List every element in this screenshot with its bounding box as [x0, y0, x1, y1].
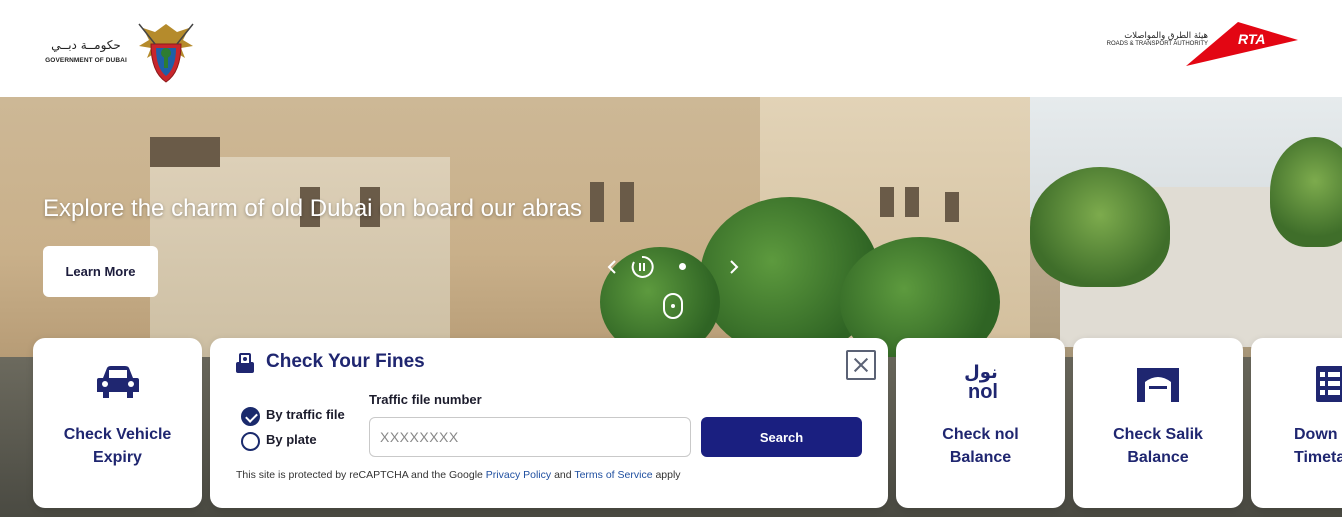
- government-of-dubai-logo[interactable]: حكومــة دبــي GOVERNMENT OF DUBAI: [40, 20, 200, 86]
- gov-logo-arabic: حكومــة دبــي: [51, 38, 121, 52]
- carousel-dot-active[interactable]: [679, 263, 686, 270]
- traffic-file-number-input[interactable]: [369, 417, 691, 457]
- mouse-scroll-icon[interactable]: [663, 293, 683, 319]
- radio-by-plate[interactable]: [241, 432, 260, 451]
- by-traffic-file-label[interactable]: By traffic file: [266, 407, 345, 422]
- traffic-file-number-label: Traffic file number: [369, 392, 482, 407]
- rta-logo[interactable]: هيئة الطرق والمواصلات ROADS & TRANSPORT …: [1090, 22, 1300, 68]
- pause-icon[interactable]: [630, 255, 654, 279]
- chevron-right-icon[interactable]: [724, 256, 744, 278]
- site-header: حكومــة دبــي GOVERNMENT OF DUBAI هيئة ا…: [0, 0, 1342, 97]
- privacy-policy-link[interactable]: Privacy Policy: [486, 469, 551, 481]
- salik-gate-icon: [1137, 368, 1179, 402]
- check-salik-balance-card[interactable]: Check Salik Balance: [1073, 338, 1243, 508]
- rta-mark-icon: RTA: [1186, 22, 1298, 66]
- by-plate-label[interactable]: By plate: [266, 432, 317, 447]
- fines-title: Check Your Fines: [266, 351, 425, 372]
- recaptcha-notice: This site is protected by reCAPTCHA and …: [236, 469, 681, 481]
- radio-by-traffic-file[interactable]: [241, 407, 260, 426]
- svg-text:nol: nol: [968, 381, 998, 403]
- hero-title: Explore the charm of old Dubai on board …: [43, 195, 582, 222]
- dubai-emblem-icon: [138, 23, 194, 83]
- svg-text:RTA: RTA: [1238, 31, 1265, 47]
- nol-icon: نول nol: [964, 362, 998, 403]
- check-nol-balance-label: Check nol Balance: [942, 426, 1019, 466]
- carousel-controls: [600, 252, 750, 282]
- car-icon: [96, 366, 139, 398]
- check-vehicle-expiry-card[interactable]: Check Vehicle Expiry: [33, 338, 202, 508]
- gov-logo-english: GOVERNMENT OF DUBAI: [45, 57, 127, 64]
- fines-icon: [236, 353, 254, 373]
- learn-more-button[interactable]: Learn More: [43, 246, 158, 297]
- check-nol-balance-card[interactable]: نول nol Check nol Balance: [896, 338, 1065, 508]
- chevron-left-icon[interactable]: [602, 256, 622, 278]
- download-timetable-label: Down Timeta: [1294, 426, 1342, 466]
- calendar-grid-icon: [1316, 366, 1342, 402]
- check-salik-balance-label: Check Salik Balance: [1113, 426, 1203, 466]
- check-your-fines-card: Check Your Fines By traffic file By plat…: [210, 338, 888, 508]
- check-vehicle-expiry-label: Check Vehicle Expiry: [63, 426, 172, 466]
- download-timetable-card[interactable]: Down Timeta: [1251, 338, 1342, 508]
- search-button[interactable]: Search: [701, 417, 862, 457]
- svg-text:نول: نول: [964, 362, 998, 383]
- terms-of-service-link[interactable]: Terms of Service: [574, 469, 652, 481]
- close-icon[interactable]: [846, 350, 876, 380]
